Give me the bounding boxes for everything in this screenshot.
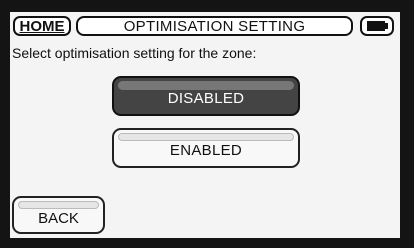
page-title: OPTIMISATION SETTING — [76, 16, 353, 36]
screen: HOME OPTIMISATION SETTING Select optimis… — [10, 12, 400, 238]
button-highlight — [18, 201, 99, 209]
battery-tip — [385, 23, 388, 29]
enabled-option-label: ENABLED — [169, 142, 243, 159]
back-button-label: BACK — [38, 210, 79, 227]
button-highlight — [118, 133, 294, 141]
battery-level — [367, 21, 385, 31]
button-highlight — [118, 81, 294, 90]
device-frame: HOME OPTIMISATION SETTING Select optimis… — [0, 0, 414, 248]
back-button[interactable]: BACK — [12, 196, 105, 234]
instruction-text: Select optimisation setting for the zone… — [12, 45, 257, 61]
enabled-option-button[interactable]: ENABLED — [112, 128, 300, 168]
disabled-option-button[interactable]: DISABLED — [112, 76, 300, 116]
top-bar: HOME OPTIMISATION SETTING — [10, 12, 400, 44]
battery-icon — [360, 16, 394, 36]
home-button[interactable]: HOME — [13, 16, 71, 36]
disabled-option-label: DISABLED — [167, 90, 245, 107]
